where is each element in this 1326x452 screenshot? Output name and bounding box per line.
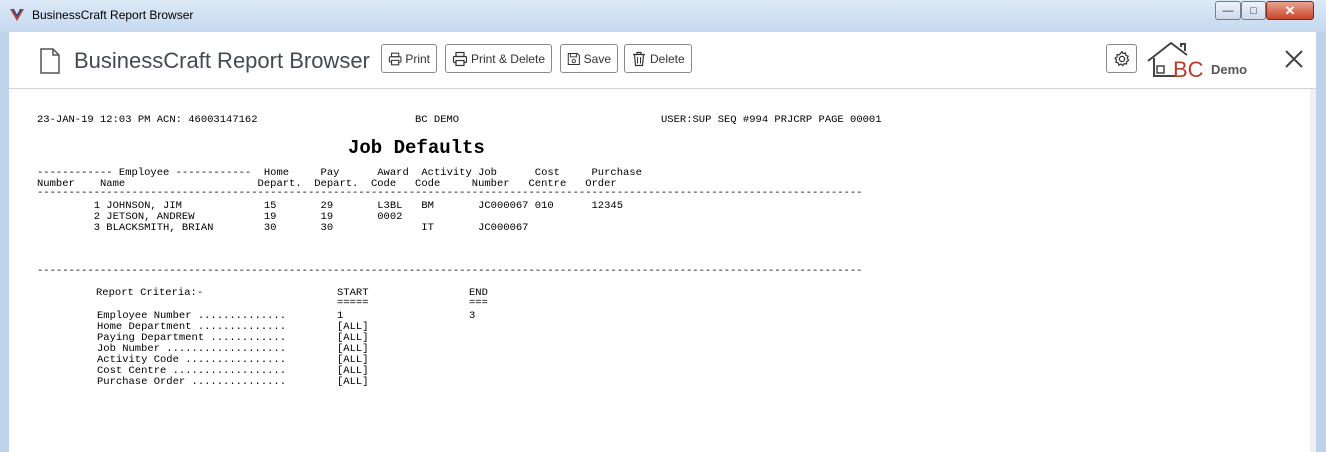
criteria-heading: Report Criteria:- — [96, 287, 204, 299]
delete-button[interactable]: Delete — [624, 44, 692, 73]
criteria-end-rule: === — [469, 297, 488, 309]
logo-demo-label: Demo — [1211, 62, 1248, 77]
logo-text: BC — [1173, 57, 1204, 81]
report-header-center: BC DEMO — [415, 114, 460, 126]
save-label: Save — [583, 51, 611, 66]
save-button[interactable]: Save — [560, 44, 618, 73]
print-delete-button[interactable]: Print & Delete — [445, 44, 552, 73]
printer-icon — [388, 52, 402, 65]
print-delete-label: Print & Delete — [470, 51, 545, 66]
settings-button[interactable] — [1106, 44, 1137, 73]
minimize-icon: — — [1222, 4, 1234, 17]
bc-logo: BC — [1147, 41, 1204, 81]
criteria-label: Purchase Order ............... — [97, 376, 287, 388]
criteria-start-rule: ===== — [337, 297, 369, 309]
page-title: BusinessCraft Report Browser — [74, 48, 370, 73]
criteria-start: [ALL] — [337, 376, 369, 388]
window-title: BusinessCraft Report Browser — [32, 8, 194, 22]
print-label: Print — [405, 51, 430, 66]
print-button[interactable]: Print — [381, 44, 437, 73]
report-title: Job Defaults — [348, 137, 485, 159]
trash-icon — [633, 51, 645, 66]
save-icon — [567, 52, 580, 65]
header-rule: ----------------------------------------… — [37, 188, 863, 199]
gear-icon — [1113, 50, 1129, 66]
criteria-end: 3 — [469, 310, 476, 322]
minimize-button[interactable]: — — [1215, 1, 1241, 20]
printer-icon — [452, 51, 468, 66]
maximize-icon: □ — [1250, 4, 1257, 17]
window-close-button[interactable]: ✕ — [1266, 1, 1314, 20]
close-icon: ✕ — [1284, 2, 1296, 18]
maximize-button[interactable]: □ — [1241, 1, 1266, 20]
vertical-scrollbar[interactable] — [1310, 89, 1316, 452]
client-area: BusinessCraft Report Browser Print Print… — [9, 32, 1316, 452]
delete-label: Delete — [650, 51, 685, 66]
close-icon[interactable] — [1283, 48, 1305, 70]
window-titlebar[interactable]: BusinessCraft Report Browser — □ ✕ — [0, 0, 1326, 32]
table-row: 3 BLACKSMITH, BRIAN 30 30 IT JC000067 — [37, 222, 529, 234]
footer-rule: ----------------------------------------… — [37, 266, 863, 277]
app-header: BusinessCraft Report Browser Print Print… — [9, 32, 1316, 89]
report-viewer: 23-JAN-19 12:03 PM ACN: 46003147162 BC D… — [9, 89, 1310, 452]
report-header-right: USER:SUP SEQ #994 PRJCRP PAGE 00001 — [661, 114, 882, 126]
app-logo-icon — [10, 8, 24, 21]
document-icon — [40, 48, 60, 74]
report-header-left: 23-JAN-19 12:03 PM ACN: 46003147162 — [37, 114, 258, 126]
